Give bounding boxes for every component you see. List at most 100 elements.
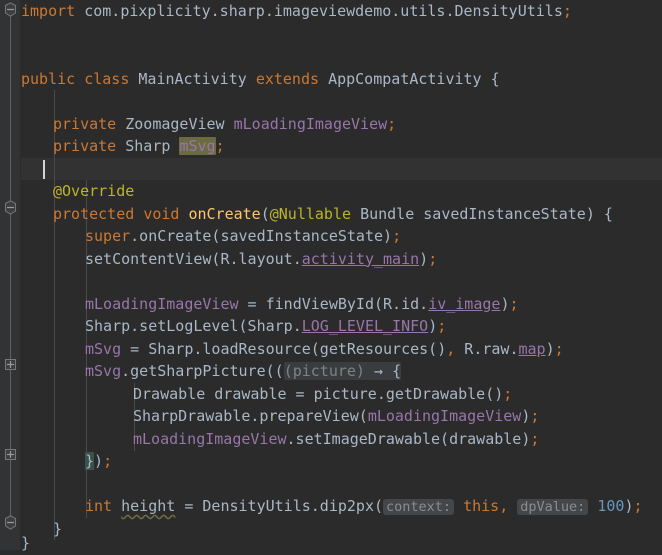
code-line[interactable]: protected void onCreate(@Nullable Bundle…: [53, 203, 613, 226]
code-token: ;: [437, 317, 447, 335]
code-token: Sharp: [125, 137, 180, 155]
code-token: mLoadingImageView: [367, 407, 522, 425]
code-line[interactable]: Sharp.setLogLevel(Sharp.LOG_LEVEL_INFO);: [85, 315, 446, 338]
code-token: }: [21, 534, 31, 552]
code-token: ;: [530, 429, 540, 448]
code-token: super: [85, 227, 131, 245]
code-editor[interactable]: import com.pixplicity.sharp.imageviewdem…: [0, 0, 662, 552]
code-line[interactable]: private Sharp mSvg;: [53, 135, 225, 158]
code-token: public: [21, 69, 85, 88]
code-token: Drawable drawable = picture.getDrawable(…: [133, 384, 504, 403]
code-token: ;: [392, 227, 402, 245]
code-token: setContentView(R.layout.: [85, 249, 302, 268]
code-token: ): [94, 452, 104, 470]
code-token: R.raw.: [455, 339, 519, 358]
code-token: int: [85, 497, 122, 515]
code-token: ;: [428, 249, 438, 268]
code-token: @Nullable: [269, 204, 361, 223]
fold-import-collapse[interactable]: [3, 2, 18, 17]
code-token: }: [53, 519, 63, 538]
code-token: mSvg: [85, 339, 122, 358]
code-line[interactable]: private ZoomageView mLoadingImageView;: [53, 113, 396, 136]
code-line[interactable]: import com.pixplicity.sharp.imageviewdem…: [21, 0, 572, 23]
code-token: ;: [103, 452, 113, 470]
code-token: .onCreate(savedInstanceState): [130, 227, 393, 245]
code-token: activity_main: [301, 249, 420, 268]
code-token: class: [84, 69, 139, 88]
code-token: .getSharpPicture((: [121, 362, 284, 380]
code-line[interactable]: }: [53, 518, 62, 541]
fold-lambda-expand[interactable]: [3, 357, 18, 372]
code-token: import: [21, 2, 85, 20]
fold-statement-expand[interactable]: [3, 447, 18, 462]
code-token: Sharp.setLogLevel(Sharp.: [85, 317, 302, 335]
code-token: height: [121, 497, 176, 515]
code-token: com.pixplicity.sharp.imageviewdemo.utils…: [84, 2, 563, 20]
code-token: iv_image: [428, 294, 501, 313]
code-token: void: [143, 204, 189, 223]
code-line[interactable]: @Override: [53, 180, 134, 203]
code-token: mLoadingImageView: [133, 429, 287, 448]
code-token: ;: [509, 294, 519, 313]
code-token: mSvg: [85, 362, 122, 380]
code-token: SharpDrawable.prepareView(: [133, 407, 368, 425]
code-token: ): [419, 249, 429, 268]
code-token: 100: [597, 497, 625, 515]
parameter-hint-dpValue: dpValue:: [517, 499, 589, 515]
code-token: onCreate: [188, 204, 261, 223]
code-token: .setImageDrawable(drawable): [286, 429, 531, 448]
code-line[interactable]: }: [21, 532, 30, 555]
text-caret: [43, 159, 45, 179]
code-token: ): [428, 317, 438, 335]
lambda-open-brace: {: [392, 362, 402, 380]
code-token: mLoadingImageView: [233, 114, 388, 133]
code-token: = Sharp.loadResource(getResources(): [121, 339, 447, 358]
lambda-param: (picture): [283, 362, 365, 380]
code-token: ,: [499, 497, 509, 515]
code-token: @Override: [53, 182, 135, 200]
code-token: Bundle savedInstanceState) {: [360, 204, 613, 223]
code-token: map: [518, 339, 546, 358]
fold-class-collapse[interactable]: [3, 200, 18, 215]
code-line[interactable]: setContentView(R.layout.activity_main);: [85, 248, 437, 271]
code-token: ): [545, 339, 555, 358]
code-line[interactable]: mSvg.getSharpPicture(((picture) → {: [85, 360, 402, 383]
code-token: protected: [53, 204, 144, 223]
code-token: (: [260, 204, 270, 223]
lambda-inlay[interactable]: (picture) → {: [283, 362, 402, 380]
code-token: }: [85, 452, 95, 470]
code-token: extends: [255, 69, 329, 88]
code-token: = DensityUtils.dip2px(: [175, 497, 384, 515]
code-token: ,: [446, 339, 456, 358]
code-content[interactable]: import com.pixplicity.sharp.imageviewdem…: [21, 0, 662, 552]
code-line[interactable]: mLoadingImageView = findViewById(R.id.iv…: [85, 293, 519, 316]
code-token: private: [53, 137, 126, 155]
code-token: AppCompatActivity {: [328, 69, 500, 88]
lambda-arrow-icon: →: [364, 362, 393, 380]
code-token: this: [463, 497, 500, 515]
code-token: ;: [562, 2, 572, 20]
code-line[interactable]: public class MainActivity extends AppCom…: [21, 68, 500, 91]
code-line[interactable]: mSvg = Sharp.loadResource(getResources()…: [85, 338, 564, 361]
code-token: ;: [215, 137, 225, 155]
code-token: private: [53, 114, 126, 133]
code-token: ;: [503, 384, 513, 403]
fold-method-collapse[interactable]: [3, 515, 18, 530]
code-token: ;: [554, 339, 564, 358]
code-line[interactable]: Drawable drawable = picture.getDrawable(…: [133, 383, 512, 406]
code-line[interactable]: });: [85, 450, 112, 473]
code-line[interactable]: SharpDrawable.prepareView(mLoadingImageV…: [133, 405, 539, 428]
code-token: mSvg: [179, 137, 216, 155]
code-token: ;: [387, 114, 397, 133]
code-token: ZoomageView: [125, 114, 234, 133]
code-token: = findViewById(R.id.: [238, 294, 429, 313]
code-token: LOG_LEVEL_INFO: [301, 317, 429, 335]
code-line[interactable]: super.onCreate(savedInstanceState);: [85, 225, 401, 248]
code-token: mLoadingImageView: [85, 294, 239, 313]
code-line[interactable]: int height = DensityUtils.dip2px(context…: [85, 495, 643, 518]
parameter-hint-context: context:: [383, 499, 455, 515]
code-token: MainActivity: [138, 69, 256, 88]
code-token: ;: [530, 407, 540, 425]
code-line[interactable]: mLoadingImageView.setImageDrawable(drawa…: [133, 428, 539, 451]
